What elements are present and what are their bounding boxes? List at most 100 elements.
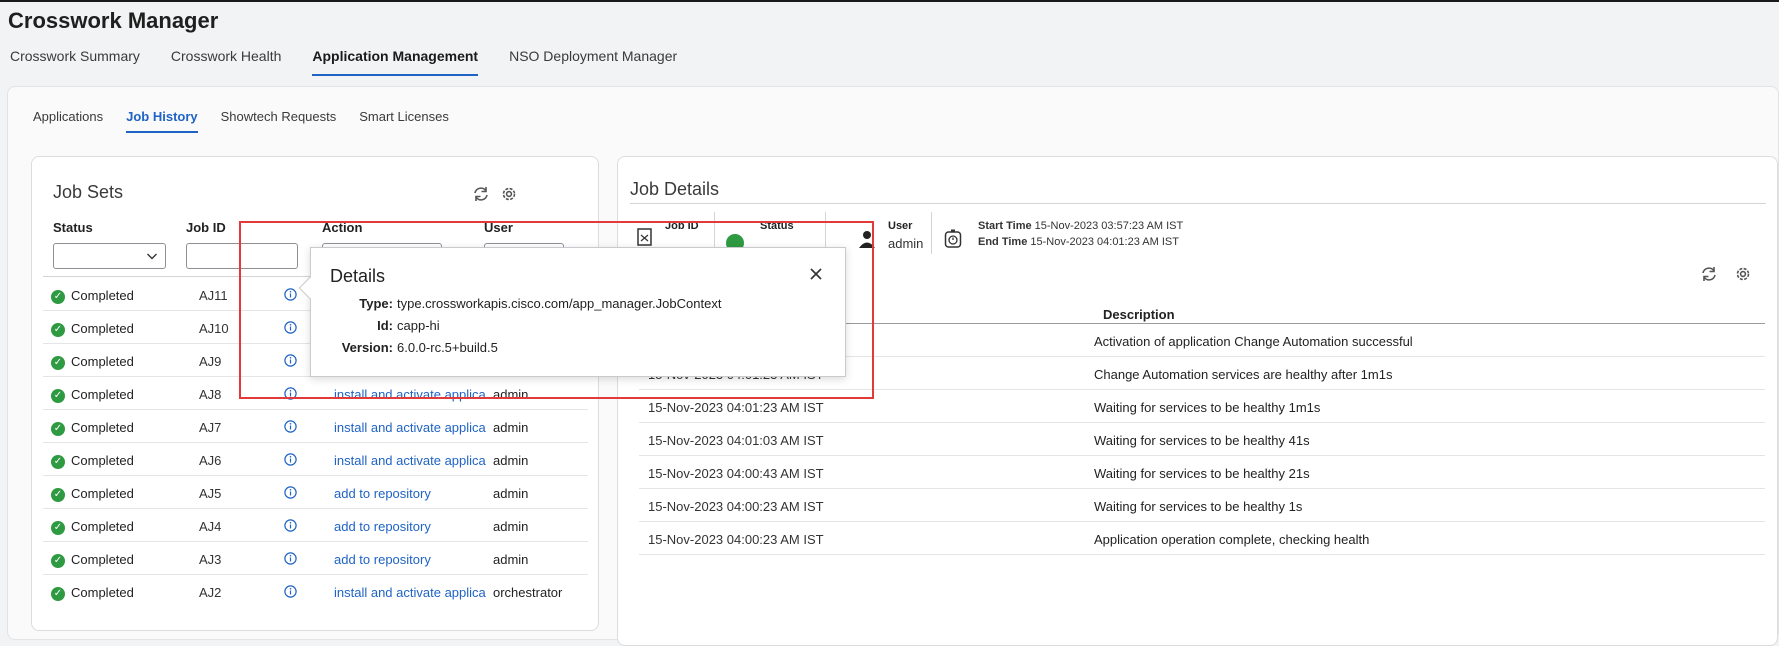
col-header-status: Status [53,220,93,235]
info-icon[interactable] [284,453,297,469]
row-status: Completed [71,420,134,435]
end-time: End Time 15-Nov-2023 04:01:23 AM IST [978,236,1179,248]
row-status: Completed [71,387,134,402]
refresh-icon[interactable] [471,184,491,204]
table-row[interactable]: ✓ Completed AJ3 add to repository admin [43,542,588,575]
row-job-id: AJ6 [199,453,222,468]
row-job-id: AJ4 [199,519,222,534]
row-user: admin [493,552,529,567]
details-description: Waiting for services to be healthy 41s [1094,433,1310,448]
row-job-id: AJ11 [199,288,228,303]
table-row[interactable]: ✓ Completed AJ4 add to repository admin [43,509,588,542]
row-user: admin [493,420,529,435]
start-time: Start Time 15-Nov-2023 03:57:23 AM IST [978,220,1183,232]
info-icon[interactable] [284,552,297,568]
summary-separator [931,212,932,254]
details-description: Waiting for services to be healthy 1s [1094,499,1303,514]
row-status: Completed [71,519,134,534]
window-top-border [0,0,1779,2]
app-title: Crosswork Manager [8,8,219,33]
info-icon[interactable] [284,519,297,535]
row-action-link[interactable]: add to repository [334,486,488,501]
row-user: admin [493,519,529,534]
col-header-job-id: Job ID [186,220,226,235]
row-job-id: AJ5 [199,486,222,501]
details-time: 15-Nov-2023 04:00:43 AM IST [648,466,824,481]
row-user: admin [493,453,529,468]
details-row: 15-Nov-2023 04:01:03 AM IST Waiting for … [639,423,1765,456]
row-action-link[interactable]: install and activate applica [334,420,488,435]
details-row: 15-Nov-2023 04:00:23 AM IST Application … [639,522,1765,555]
refresh-icon[interactable] [1699,264,1719,284]
job-details-title: Job Details [630,179,720,199]
status-filter-select[interactable] [53,243,166,269]
tab-nso-deployment-manager[interactable]: NSO Deployment Manager [509,48,677,76]
details-description: Waiting for services to be healthy 21s [1094,466,1310,481]
end-time-value: 15-Nov-2023 04:01:23 AM IST [1030,236,1179,248]
row-job-id: AJ9 [199,354,222,369]
chevron-down-icon [146,249,158,267]
subtab-showtech-requests[interactable]: Showtech Requests [221,109,337,133]
row-status: Completed [71,321,134,336]
sub-tabs: Applications Job History Showtech Reques… [33,109,472,133]
row-status: Completed [71,552,134,567]
row-status: Completed [71,486,134,501]
details-row: 15-Nov-2023 04:00:23 AM IST Waiting for … [639,489,1765,522]
row-job-id: AJ3 [199,552,222,567]
check-circle-icon: ✓ [51,356,65,370]
details-time: 15-Nov-2023 04:00:23 AM IST [648,532,824,547]
row-user: orchestrator [493,585,563,600]
col-header-description: Description [1103,307,1175,322]
user-value: admin [888,236,924,251]
details-description: Change Automation services are healthy a… [1094,367,1393,382]
tab-crosswork-health[interactable]: Crosswork Health [171,48,281,76]
row-status: Completed [71,354,134,369]
row-status: Completed [71,585,134,600]
tab-application-management[interactable]: Application Management [312,48,479,76]
row-status: Completed [71,288,134,303]
end-time-label: End Time [978,236,1028,248]
check-circle-icon: ✓ [51,389,65,403]
check-circle-icon: ✓ [51,521,65,535]
row-status: Completed [71,453,134,468]
table-row[interactable]: ✓ Completed AJ5 add to repository admin [43,476,588,509]
job-sets-title: Job Sets [53,182,124,202]
start-time-value: 15-Nov-2023 03:57:23 AM IST [1034,220,1184,232]
row-action-link[interactable]: add to repository [334,552,488,567]
stopwatch-icon [944,229,962,254]
settings-gear-icon[interactable] [499,184,519,204]
row-job-id: AJ2 [199,585,222,600]
details-time: 15-Nov-2023 04:01:23 AM IST [648,400,824,415]
subtab-job-history[interactable]: Job History [126,109,198,133]
annotation-highlight-box [239,221,874,399]
details-description: Waiting for services to be healthy 1m1s [1094,400,1321,415]
subtab-applications[interactable]: Applications [33,109,103,133]
details-time: 15-Nov-2023 04:01:03 AM IST [648,433,824,448]
table-row[interactable]: ✓ Completed AJ2 install and activate app… [43,575,588,601]
info-icon[interactable] [284,585,297,601]
row-action-link[interactable]: install and activate applica [334,585,488,600]
check-circle-icon: ✓ [51,455,65,469]
settings-gear-icon[interactable] [1733,264,1753,284]
check-circle-icon: ✓ [51,290,65,304]
subtab-smart-licenses[interactable]: Smart Licenses [359,109,449,133]
row-job-id: AJ7 [199,420,222,435]
row-job-id: AJ8 [199,387,222,402]
info-icon[interactable] [284,420,297,436]
title-divider [630,203,1766,204]
table-row[interactable]: ✓ Completed AJ7 install and activate app… [43,410,588,443]
check-circle-icon: ✓ [51,587,65,601]
tab-crosswork-summary[interactable]: Crosswork Summary [10,48,140,76]
check-circle-icon: ✓ [51,488,65,502]
start-time-label: Start Time [978,220,1032,232]
table-row[interactable]: ✓ Completed AJ6 install and activate app… [43,443,588,476]
details-row: 15-Nov-2023 04:00:43 AM IST Waiting for … [639,456,1765,489]
main-tabs: Crosswork Summary Crosswork Health Appli… [10,48,708,76]
details-description: Activation of application Change Automat… [1094,334,1413,349]
row-action-link[interactable]: install and activate applica [334,453,488,468]
row-job-id: AJ10 [199,321,229,336]
row-action-link[interactable]: add to repository [334,519,488,534]
info-icon[interactable] [284,486,297,502]
check-circle-icon: ✓ [51,422,65,436]
user-label: User [888,220,913,232]
